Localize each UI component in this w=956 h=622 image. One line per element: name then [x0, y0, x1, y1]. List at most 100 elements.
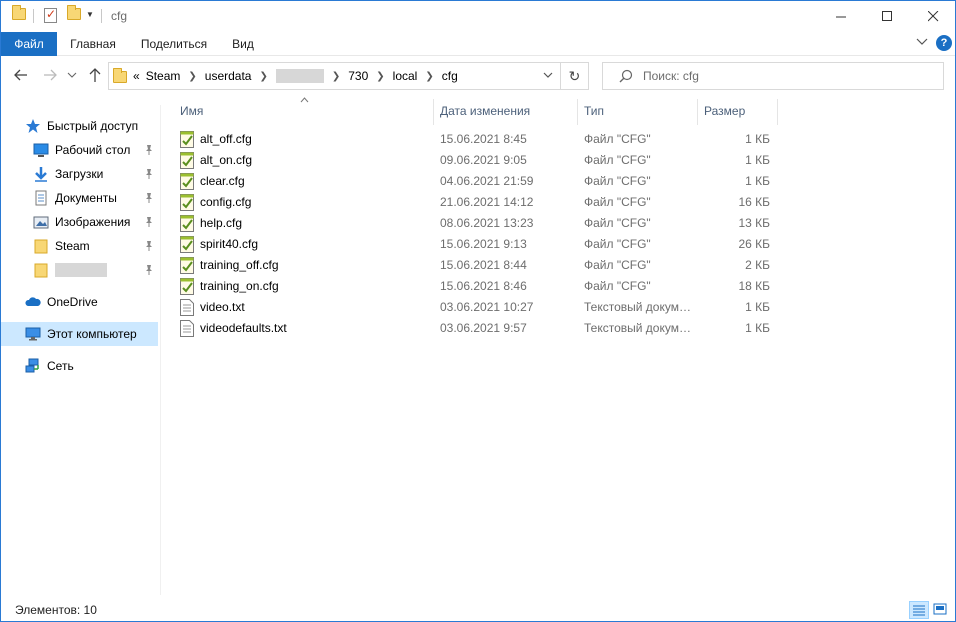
refresh-button[interactable]: ↻: [561, 62, 589, 90]
nav-item-documents[interactable]: Документы: [1, 186, 158, 210]
file-row[interactable]: alt_off.cfg 15.06.2021 8:45 Файл "CFG" 1 КБ: [162, 129, 955, 150]
column-header-date[interactable]: Дата изменения: [434, 101, 578, 125]
column-header-name[interactable]: Имя: [174, 101, 432, 125]
file-size: 2 КБ: [745, 258, 770, 272]
nav-network[interactable]: Сеть: [1, 354, 158, 378]
details-view-button[interactable]: [909, 601, 929, 619]
item-count: Элементов: 10: [15, 603, 97, 617]
nav-item-label: Документы: [55, 191, 117, 205]
pin-icon[interactable]: [144, 168, 154, 180]
nav-onedrive[interactable]: OneDrive: [1, 290, 158, 314]
expand-ribbon-icon[interactable]: [916, 36, 928, 49]
chevron-right-icon[interactable]: ❯: [332, 71, 340, 82]
breadcrumb: « Steam ❯ userdata ❯ ❯ 730 ❯ local ❯ cfg: [133, 63, 458, 89]
network-icon: [25, 358, 39, 373]
file-date: 08.06.2021 13:23: [440, 216, 534, 230]
file-size: 1 КБ: [745, 132, 770, 146]
ribbon: Файл Главная Поделиться Вид ?: [1, 32, 955, 56]
file-name: help.cfg: [200, 216, 243, 230]
nav-item-downloads[interactable]: Загрузки: [1, 162, 158, 186]
tab-home[interactable]: Главная: [63, 32, 123, 56]
search-box[interactable]: [602, 62, 944, 90]
pin-icon[interactable]: [144, 144, 154, 156]
file-row[interactable]: videodefaults.txt 03.06.2021 9:57 Текстовы…: [162, 318, 955, 339]
breadcrumb-730[interactable]: 730: [348, 69, 368, 83]
pictures-icon: [33, 216, 49, 229]
navigation-bar: « Steam ❯ userdata ❯ ❯ 730 ❯ local ❯ cfg…: [1, 57, 955, 97]
nav-item-label: Загрузки: [55, 167, 104, 181]
star-icon: [26, 119, 40, 133]
address-history-icon[interactable]: [542, 69, 554, 84]
large-icons-view-button[interactable]: [931, 601, 951, 619]
chevron-right-icon[interactable]: ❯: [425, 71, 433, 82]
breadcrumb-steam[interactable]: Steam: [146, 69, 181, 83]
breadcrumb-redacted[interactable]: [275, 69, 324, 83]
nav-item-desktop[interactable]: Рабочий стол: [1, 138, 158, 162]
breadcrumb-cfg[interactable]: cfg: [442, 69, 458, 83]
large-icons-view-icon: [933, 603, 947, 615]
pin-icon[interactable]: [144, 192, 154, 204]
file-type: Файл "CFG": [584, 195, 651, 209]
forward-button[interactable]: [41, 67, 59, 85]
file-row[interactable]: video.txt 03.06.2021 10:27 Текстовый докум…: [162, 297, 955, 318]
downloads-icon: [35, 167, 47, 182]
search-input[interactable]: [643, 63, 933, 89]
folder-icon: [34, 239, 48, 254]
pin-icon[interactable]: [144, 264, 154, 276]
recent-locations-icon[interactable]: [65, 67, 79, 85]
nav-this-pc[interactable]: Этот компьютер: [1, 322, 158, 346]
file-date: 09.06.2021 9:05: [440, 153, 527, 167]
chevron-right-icon[interactable]: ❯: [188, 71, 196, 82]
file-row[interactable]: training_on.cfg 15.06.2021 8:46 Файл "CFG"…: [162, 276, 955, 297]
tab-view[interactable]: Вид: [225, 32, 261, 56]
chevron-right-icon[interactable]: ❯: [259, 71, 267, 82]
file-row[interactable]: training_off.cfg 15.06.2021 8:44 Файл "CFG…: [162, 255, 955, 276]
search-icon: [619, 69, 633, 83]
column-divider[interactable]: [777, 99, 778, 125]
file-date: 03.06.2021 10:27: [440, 300, 534, 314]
back-button[interactable]: [12, 67, 30, 85]
file-date: 04.06.2021 21:59: [440, 174, 534, 188]
explorer-window: ▼ cfg Файл Главная Поделиться Вид ?: [0, 0, 956, 622]
column-header-type[interactable]: Тип: [578, 101, 696, 125]
file-type: Файл "CFG": [584, 132, 651, 146]
file-row[interactable]: spirit40.cfg 15.06.2021 9:13 Файл "CFG" 26 …: [162, 234, 955, 255]
file-name: clear.cfg: [200, 174, 245, 188]
customize-quick-access-icon[interactable]: ▼: [86, 10, 94, 19]
nav-item-pictures[interactable]: Изображения: [1, 210, 158, 234]
nav-network-label: Сеть: [47, 359, 74, 373]
file-name: alt_off.cfg: [200, 132, 252, 146]
help-icon[interactable]: ?: [936, 35, 952, 51]
breadcrumb-local[interactable]: local: [393, 69, 418, 83]
column-header-size[interactable]: Размер: [698, 101, 776, 125]
address-bar[interactable]: « Steam ❯ userdata ❯ ❯ 730 ❯ local ❯ cfg: [108, 62, 561, 90]
minimize-button[interactable]: [818, 1, 864, 32]
nav-item-steam[interactable]: Steam: [1, 234, 158, 258]
new-folder-icon[interactable]: [67, 5, 81, 20]
file-type: Файл "CFG": [584, 237, 651, 251]
nav-item-redacted-folder[interactable]: [1, 258, 158, 282]
pin-icon[interactable]: [144, 240, 154, 252]
file-type: Файл "CFG": [584, 279, 651, 293]
file-row[interactable]: config.cfg 21.06.2021 14:12 Файл "CFG" 16 К…: [162, 192, 955, 213]
maximize-button[interactable]: [864, 1, 910, 32]
title-bar: ▼ cfg: [1, 1, 955, 32]
redacted-label: [55, 263, 107, 277]
tab-share[interactable]: Поделиться: [131, 32, 217, 56]
chevron-right-icon[interactable]: ❯: [376, 71, 384, 82]
breadcrumb-overflow[interactable]: «: [133, 69, 140, 83]
nav-quick-access-label: Быстрый доступ: [47, 119, 139, 133]
close-button[interactable]: [910, 1, 955, 32]
nav-item-label: Steam: [55, 239, 90, 253]
tab-file[interactable]: Файл: [1, 32, 57, 56]
breadcrumb-userdata[interactable]: userdata: [205, 69, 252, 83]
up-button[interactable]: [86, 67, 104, 85]
file-date: 15.06.2021 8:44: [440, 258, 527, 272]
pin-icon[interactable]: [144, 216, 154, 228]
nav-quick-access[interactable]: Быстрый доступ: [1, 114, 158, 138]
file-name: training_off.cfg: [200, 258, 279, 272]
file-row[interactable]: help.cfg 08.06.2021 13:23 Файл "CFG" 13 КБ: [162, 213, 955, 234]
properties-icon[interactable]: [44, 7, 57, 23]
file-row[interactable]: clear.cfg 04.06.2021 21:59 Файл "CFG" 1 КБ: [162, 171, 955, 192]
file-row[interactable]: alt_on.cfg 09.06.2021 9:05 Файл "CFG" 1 КБ: [162, 150, 955, 171]
